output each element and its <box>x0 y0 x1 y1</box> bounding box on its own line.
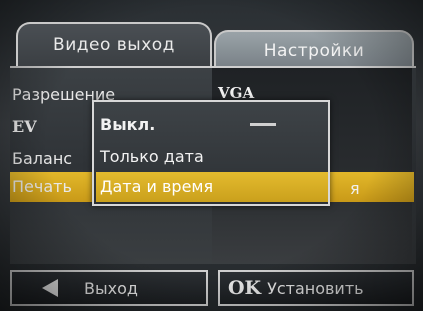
option-off-label: Выкл. <box>100 115 156 134</box>
exit-button-label: Выход <box>84 278 138 298</box>
tab-settings-label: Настройки <box>263 41 365 61</box>
option-date-and-time[interactable]: Дата и время <box>96 172 328 202</box>
print-value: я <box>350 179 360 198</box>
menu-item-ev-label: EV <box>12 117 37 136</box>
tab-settings[interactable]: Настройки <box>214 30 414 70</box>
menu-item-ev[interactable]: EV <box>12 114 37 140</box>
set-button[interactable]: OK Установить <box>218 270 414 306</box>
menu-item-print[interactable]: Печать <box>12 174 72 200</box>
option-off[interactable]: Выкл. <box>96 110 328 140</box>
tab-video-out-label: Видео выход <box>53 35 175 55</box>
option-date-only[interactable]: Только дата <box>96 142 328 172</box>
menu-item-white-balance[interactable]: Баланс <box>12 146 72 172</box>
exit-button[interactable]: Выход <box>10 270 208 306</box>
option-off-dash <box>250 123 276 126</box>
option-date-only-label: Только дата <box>100 147 204 166</box>
menu-item-white-balance-label: Баланс <box>12 149 73 168</box>
tab-video-out[interactable]: Видео выход <box>16 22 212 66</box>
left-triangle-icon <box>42 279 58 297</box>
camera-menu-screen: Видео выход Настройки Разрешение VGA EV … <box>0 0 423 311</box>
ok-key-label: OK <box>228 277 262 299</box>
set-button-label: Установить <box>267 278 364 298</box>
print-options-popup: Выкл. Только дата Дата и время <box>92 100 330 206</box>
option-date-and-time-label: Дата и время <box>100 177 214 196</box>
menu-item-print-label: Печать <box>12 177 72 196</box>
